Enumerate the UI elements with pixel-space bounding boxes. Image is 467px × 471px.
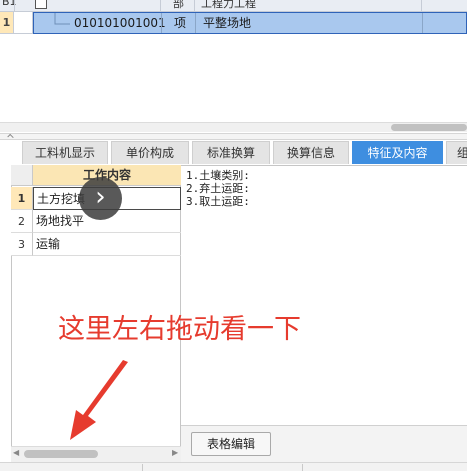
expand-button[interactable]: › bbox=[79, 177, 122, 220]
top-grid-header: B1 部 工程力工程 bbox=[0, 0, 467, 12]
header-col-name: 工程力工程 bbox=[201, 0, 256, 10]
collapse-toggle-icon[interactable] bbox=[35, 0, 47, 9]
table-edit-button[interactable]: 表格编辑 bbox=[191, 432, 271, 456]
left-scrollbar-thumb[interactable] bbox=[24, 450, 98, 458]
red-arrow-icon bbox=[70, 360, 128, 440]
tab-material-display[interactable]: 工料机显示 bbox=[22, 141, 108, 164]
header-corner bbox=[11, 165, 33, 186]
work-content-row[interactable]: 运输 bbox=[33, 233, 181, 256]
panel-splitter[interactable] bbox=[0, 133, 467, 141]
scroll-right-arrow-icon[interactable]: ▶ bbox=[172, 448, 178, 457]
header-col-type: 部 bbox=[173, 0, 184, 10]
annotation-text: 这里左右拖动看一下 bbox=[58, 314, 301, 345]
work-row-number[interactable]: 1 bbox=[11, 187, 33, 210]
item-name[interactable]: 平整场地 bbox=[203, 13, 251, 33]
row-number[interactable]: 1 bbox=[0, 12, 14, 34]
tab-group[interactable]: 组 bbox=[446, 141, 467, 164]
item-type[interactable]: 项 bbox=[174, 13, 186, 33]
detail-tabs: 工料机显示 单价构成 标准换算 换算信息 特征及内容 组 bbox=[0, 140, 467, 165]
tab-conversion-info[interactable]: 换算信息 bbox=[273, 141, 349, 164]
feature-line: 3.取土运距: bbox=[186, 195, 250, 208]
tab-features-content[interactable]: 特征及内容 bbox=[352, 141, 443, 164]
row-indent-cell bbox=[14, 12, 33, 34]
feature-line: 2.弃土运距: bbox=[186, 182, 250, 195]
table-row-selected[interactable]: 010101001001 项 平整场地 bbox=[33, 12, 467, 34]
work-row-number[interactable]: 2 bbox=[11, 210, 33, 233]
tree-connector-icon bbox=[54, 13, 70, 25]
top-scrollbar-thumb[interactable] bbox=[391, 124, 467, 131]
item-code[interactable]: 010101001001 bbox=[74, 13, 166, 33]
status-bar bbox=[0, 462, 467, 471]
tab-unit-price[interactable]: 单价构成 bbox=[111, 141, 189, 164]
scroll-left-arrow-icon[interactable]: ◀ bbox=[13, 448, 19, 457]
feature-line: 1.土壤类别: bbox=[186, 169, 250, 182]
tab-standard-conversion[interactable]: 标准换算 bbox=[192, 141, 270, 164]
work-row-number[interactable]: 3 bbox=[11, 233, 33, 256]
